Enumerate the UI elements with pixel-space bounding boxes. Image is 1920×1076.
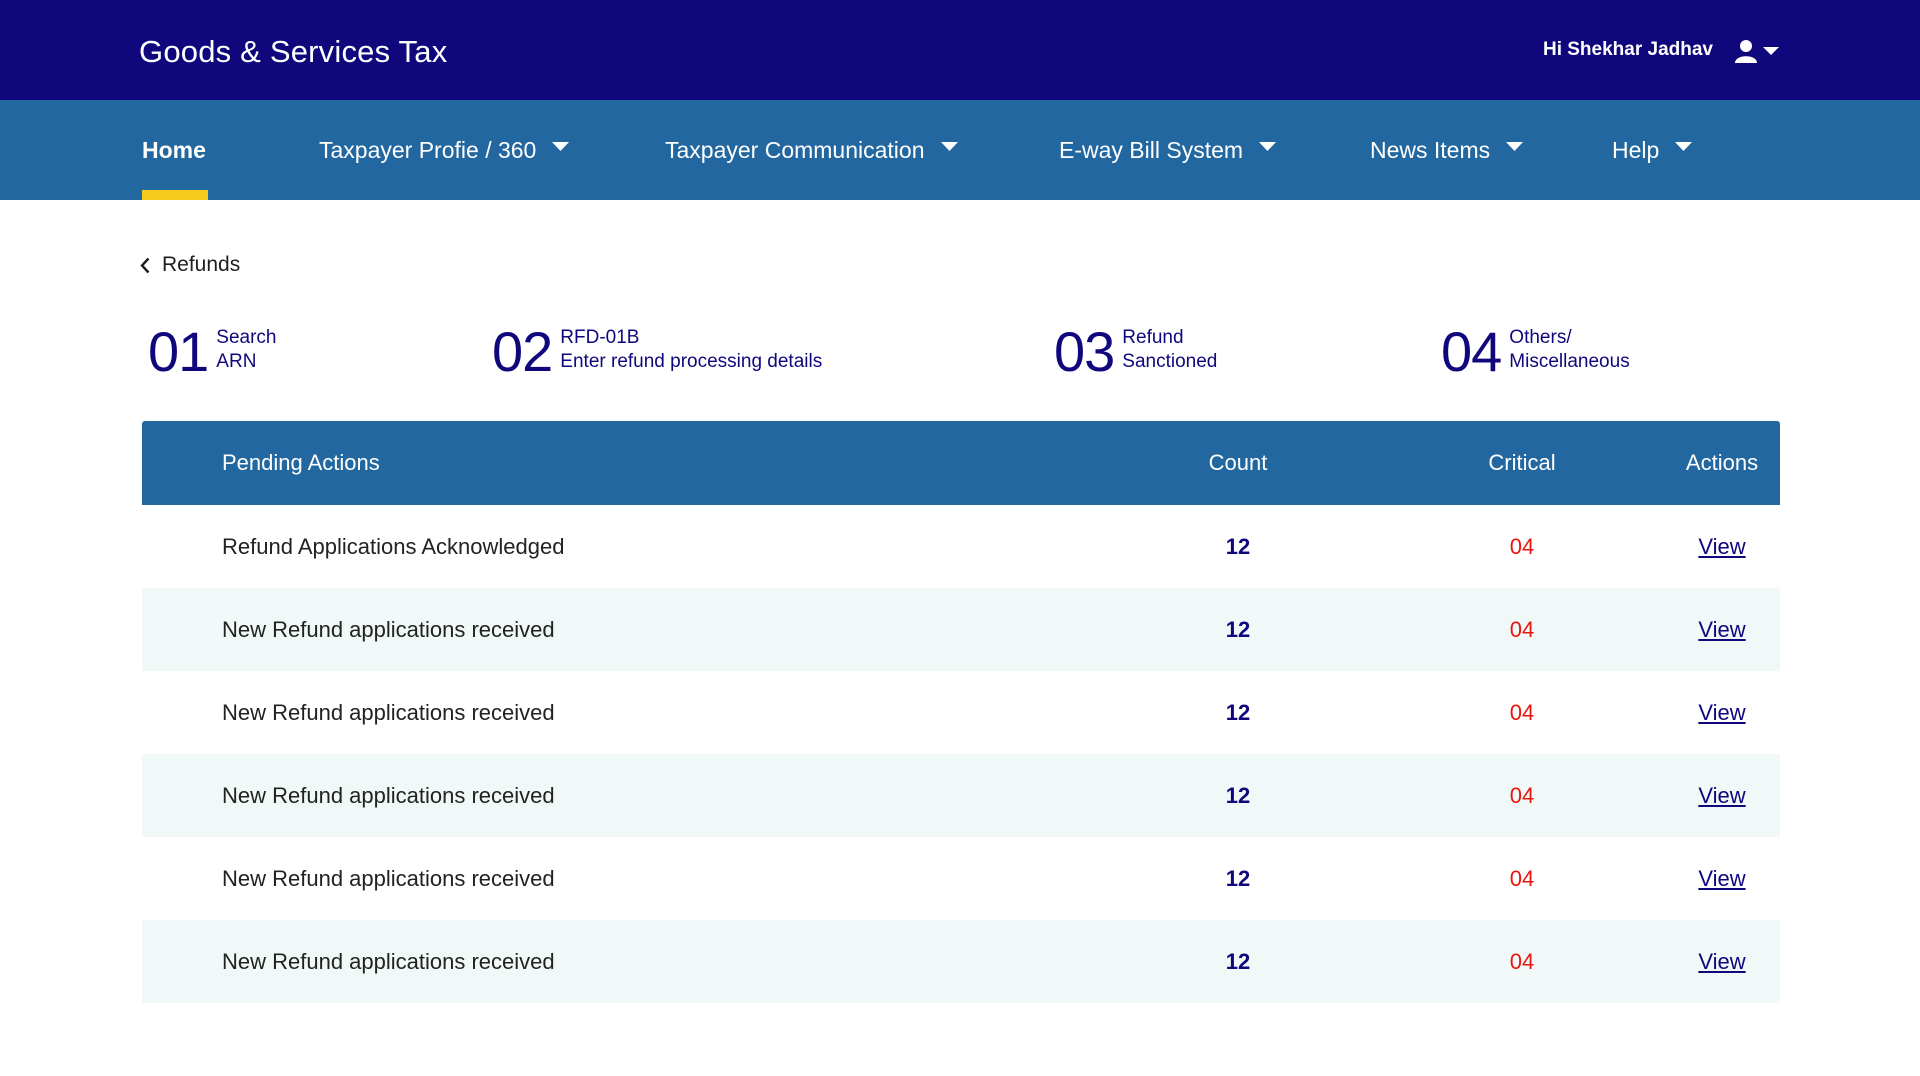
caret-down-icon [1675, 142, 1693, 151]
top-header: Goods & Services Tax Hi Shekhar Jadhav [0, 0, 1920, 100]
step-label-line1: Search [216, 327, 277, 348]
row-action-label: New Refund applications received [222, 699, 555, 725]
step-search-arn[interactable]: 01 Search ARN [148, 322, 277, 382]
step-label-line1: Refund [1122, 327, 1184, 348]
row-count: 12 [1225, 533, 1251, 559]
step-label-line1: RFD-01B [560, 327, 640, 348]
table-header: Pending Actions Count Critical Actions [142, 421, 1780, 505]
column-header-actions: Actions [1685, 450, 1759, 475]
step-refund-sanctioned[interactable]: 03 Refund Sanctioned [1054, 322, 1217, 382]
nav-item-label: News Items [1370, 136, 1491, 163]
nav-item-taxpayer-profile[interactable]: Taxpayer Profie / 360 [319, 100, 570, 200]
user-menu-toggle[interactable] [1735, 39, 1779, 63]
table-row: Refund Applications Acknowledged 12 04 V… [142, 505, 1780, 588]
table-row: New Refund applications received 12 04 V… [142, 837, 1780, 920]
step-label: Refund Sanctioned [1122, 326, 1217, 374]
view-link[interactable]: View [1698, 534, 1745, 560]
view-link[interactable]: View [1698, 700, 1745, 726]
nav-item-label: Taxpayer Profie / 360 [319, 136, 537, 163]
step-others[interactable]: 04 Others/ Miscellaneous [1441, 322, 1630, 382]
row-count: 12 [1225, 616, 1251, 642]
breadcrumb-label: Refunds [162, 253, 241, 276]
view-link[interactable]: View [1698, 949, 1745, 975]
view-link[interactable]: View [1698, 783, 1745, 809]
row-critical: 04 [1509, 948, 1535, 974]
step-label: Search ARN [216, 326, 276, 374]
step-number: 01 [148, 320, 209, 383]
table-row: New Refund applications received 12 04 V… [142, 920, 1780, 1003]
step-label: Others/ Miscellaneous [1509, 326, 1629, 374]
row-count: 12 [1225, 948, 1251, 974]
caret-down-icon [552, 142, 570, 151]
breadcrumb-back[interactable]: Refunds [140, 253, 240, 277]
row-critical: 04 [1509, 616, 1535, 642]
nav-item-label: Taxpayer Communication [665, 136, 925, 163]
user-menu[interactable]: Hi Shekhar Jadhav [1543, 0, 1779, 100]
step-rfd-01b[interactable]: 02 RFD-01B Enter refund processing detai… [492, 322, 822, 382]
step-label-line2: Miscellaneous [1509, 351, 1630, 372]
nav-item-news[interactable]: News Items [1370, 100, 1524, 200]
nav-item-label: Home [142, 136, 206, 163]
user-greeting: Hi Shekhar Jadhav [1542, 39, 1713, 60]
row-critical: 04 [1509, 782, 1535, 808]
active-nav-indicator [142, 190, 208, 200]
step-number: 04 [1441, 320, 1502, 383]
step-label: RFD-01B Enter refund processing details [560, 326, 822, 374]
user-icon [1735, 40, 1757, 63]
row-critical: 04 [1509, 865, 1535, 891]
step-number: 03 [1054, 320, 1115, 383]
nav-item-taxpayer-communication[interactable]: Taxpayer Communication [665, 100, 958, 200]
row-action-label: New Refund applications received [222, 782, 555, 808]
step-label-line1: Others/ [1509, 327, 1572, 348]
step-label-line2: Enter refund processing details [560, 351, 823, 372]
row-critical: 04 [1509, 533, 1535, 559]
main-nav: Home Taxpayer Profie / 360 Taxpayer Comm… [0, 100, 1920, 200]
row-action-label: New Refund applications received [222, 616, 555, 642]
caret-down-icon [1506, 142, 1524, 151]
row-action-label: Refund Applications Acknowledged [222, 533, 565, 559]
row-count: 12 [1225, 782, 1251, 808]
row-action-label: New Refund applications received [222, 948, 555, 974]
caret-down-icon [940, 142, 958, 151]
column-header-pending-actions: Pending Actions [222, 450, 380, 475]
chevron-left-icon [140, 257, 150, 273]
row-critical: 04 [1509, 699, 1535, 725]
column-header-count: Count [1208, 450, 1268, 475]
app-title: Goods & Services Tax [139, 34, 448, 69]
step-label-line2: ARN [216, 351, 257, 372]
nav-item-eway-bill[interactable]: E-way Bill System [1059, 100, 1277, 200]
chevron-down-icon [1763, 47, 1779, 55]
nav-item-label: E-way Bill System [1059, 136, 1244, 163]
nav-item-label: Help [1612, 136, 1660, 163]
table-row: New Refund applications received 12 04 V… [142, 754, 1780, 837]
row-action-label: New Refund applications received [222, 865, 555, 891]
nav-item-home[interactable]: Home [142, 100, 206, 200]
view-link[interactable]: View [1698, 617, 1745, 643]
view-link[interactable]: View [1698, 866, 1745, 892]
caret-down-icon [1259, 142, 1277, 151]
table-row: New Refund applications received 12 04 V… [142, 588, 1780, 671]
column-header-critical: Critical [1488, 450, 1556, 475]
refund-steps: 01 Search ARN 02 RFD-01B Enter refund pr… [0, 322, 1920, 382]
nav-item-help[interactable]: Help [1612, 100, 1693, 200]
step-label-line2: Sanctioned [1122, 351, 1218, 372]
pending-actions-table: Pending Actions Count Critical Actions R… [142, 421, 1780, 1003]
table-row: New Refund applications received 12 04 V… [142, 671, 1780, 754]
step-number: 02 [492, 320, 553, 383]
row-count: 12 [1225, 865, 1251, 891]
row-count: 12 [1225, 699, 1251, 725]
